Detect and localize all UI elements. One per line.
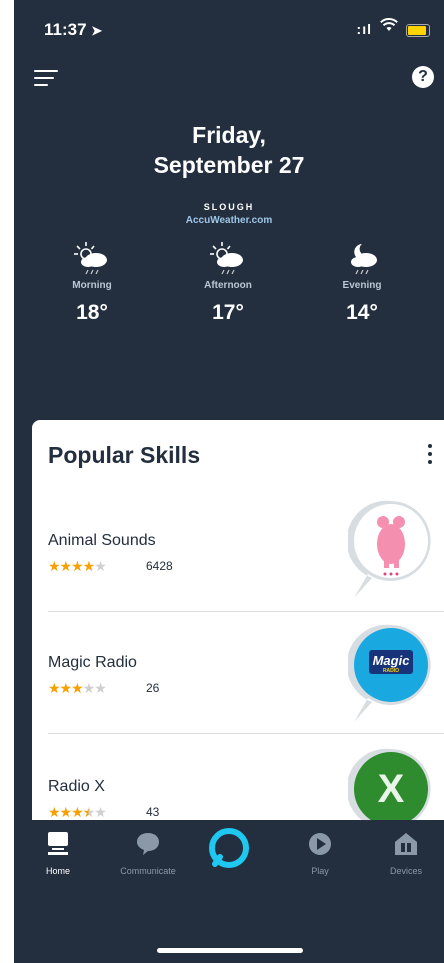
star-rating: ★★★★★ bbox=[48, 804, 107, 820]
review-count: 6428 bbox=[146, 559, 173, 573]
bottom-nav: Home Communicate Play Devices bbox=[14, 820, 444, 963]
help-button[interactable]: ? bbox=[412, 66, 434, 88]
skill-row-radio-x[interactable]: Radio X ★★★★★ 43 X bbox=[32, 734, 444, 820]
home-indicator bbox=[157, 948, 303, 953]
skill-name: Animal Sounds bbox=[48, 532, 156, 549]
weather-evening: Evening 14° bbox=[312, 240, 412, 325]
magic-radio-badge-text: Magic bbox=[373, 653, 411, 668]
card-title: Popular Skills bbox=[48, 442, 201, 468]
magic-radio-badge: Magic RADIO bbox=[348, 624, 431, 722]
tab-devices[interactable]: Devices bbox=[366, 830, 444, 876]
radio-x-badge-text: X bbox=[378, 767, 405, 811]
star-rating: ★★★★★ bbox=[48, 558, 107, 574]
play-icon bbox=[309, 833, 331, 855]
weather-period-label: Evening bbox=[342, 280, 382, 291]
date-weekday: Friday, bbox=[192, 122, 266, 148]
sun-cloud-rain-icon bbox=[74, 242, 107, 275]
tab-label: Communicate bbox=[120, 866, 176, 876]
more-options-icon[interactable] bbox=[422, 442, 438, 468]
location-arrow-icon: ➤ bbox=[91, 23, 103, 38]
home-icon bbox=[48, 832, 68, 855]
weather-temp: 14° bbox=[346, 301, 378, 324]
tab-label: Play bbox=[311, 866, 329, 876]
popular-skills-card: Popular Skills Animal Sounds ★★★★★ 6428 … bbox=[32, 420, 444, 820]
status-time: 11:37 ➤ bbox=[44, 20, 103, 39]
skill-name: Magic Radio bbox=[48, 654, 137, 671]
weather-temp: 17° bbox=[212, 301, 244, 324]
weather-morning: Morning 18° bbox=[42, 240, 142, 325]
signal-icon: :ıl bbox=[356, 21, 372, 37]
radio-x-badge: X bbox=[348, 748, 431, 820]
date-day: September 27 bbox=[153, 152, 305, 178]
star-rating: ★★★★★ bbox=[48, 680, 107, 696]
wifi-icon bbox=[380, 18, 398, 31]
tab-label: Home bbox=[45, 866, 70, 876]
animal-sounds-badge bbox=[348, 500, 431, 598]
skill-name: Radio X bbox=[48, 778, 105, 795]
app-screen: 11:37 ➤ :ıl ? Friday, September 27 SLOUG… bbox=[14, 0, 444, 963]
battery-icon bbox=[406, 24, 430, 37]
alexa-ring-icon bbox=[209, 828, 249, 868]
weather-period-label: Morning bbox=[72, 280, 112, 291]
weather-temp: 18° bbox=[76, 301, 108, 324]
tab-home[interactable]: Home bbox=[18, 830, 98, 876]
skill-row-animal-sounds[interactable]: Animal Sounds ★★★★★ 6428 bbox=[32, 490, 444, 612]
skill-row-magic-radio[interactable]: Magic Radio ★★★★★ 26 Magic RADIO bbox=[32, 612, 444, 734]
weather-period-label: Afternoon bbox=[204, 280, 252, 291]
weather-source-link[interactable]: AccuWeather.com bbox=[14, 215, 444, 226]
devices-house-icon bbox=[395, 833, 417, 855]
tab-play[interactable]: Play bbox=[280, 830, 360, 876]
tab-communicate[interactable]: Communicate bbox=[108, 830, 188, 876]
magic-radio-badge-subtext: RADIO bbox=[383, 668, 399, 674]
sun-cloud-rain-icon bbox=[210, 242, 243, 275]
status-bar: 11:37 ➤ :ıl bbox=[14, 0, 444, 50]
review-count: 43 bbox=[146, 805, 160, 819]
tab-label: Devices bbox=[389, 866, 422, 876]
weather-city: SLOUGH bbox=[203, 202, 255, 212]
weather-afternoon: Afternoon 17° bbox=[178, 240, 278, 325]
chat-bubble-icon bbox=[137, 833, 159, 855]
review-count: 26 bbox=[146, 681, 160, 695]
alexa-button[interactable] bbox=[189, 826, 269, 870]
hamburger-menu-icon[interactable] bbox=[34, 68, 58, 88]
moon-cloud-rain-icon bbox=[351, 244, 377, 275]
